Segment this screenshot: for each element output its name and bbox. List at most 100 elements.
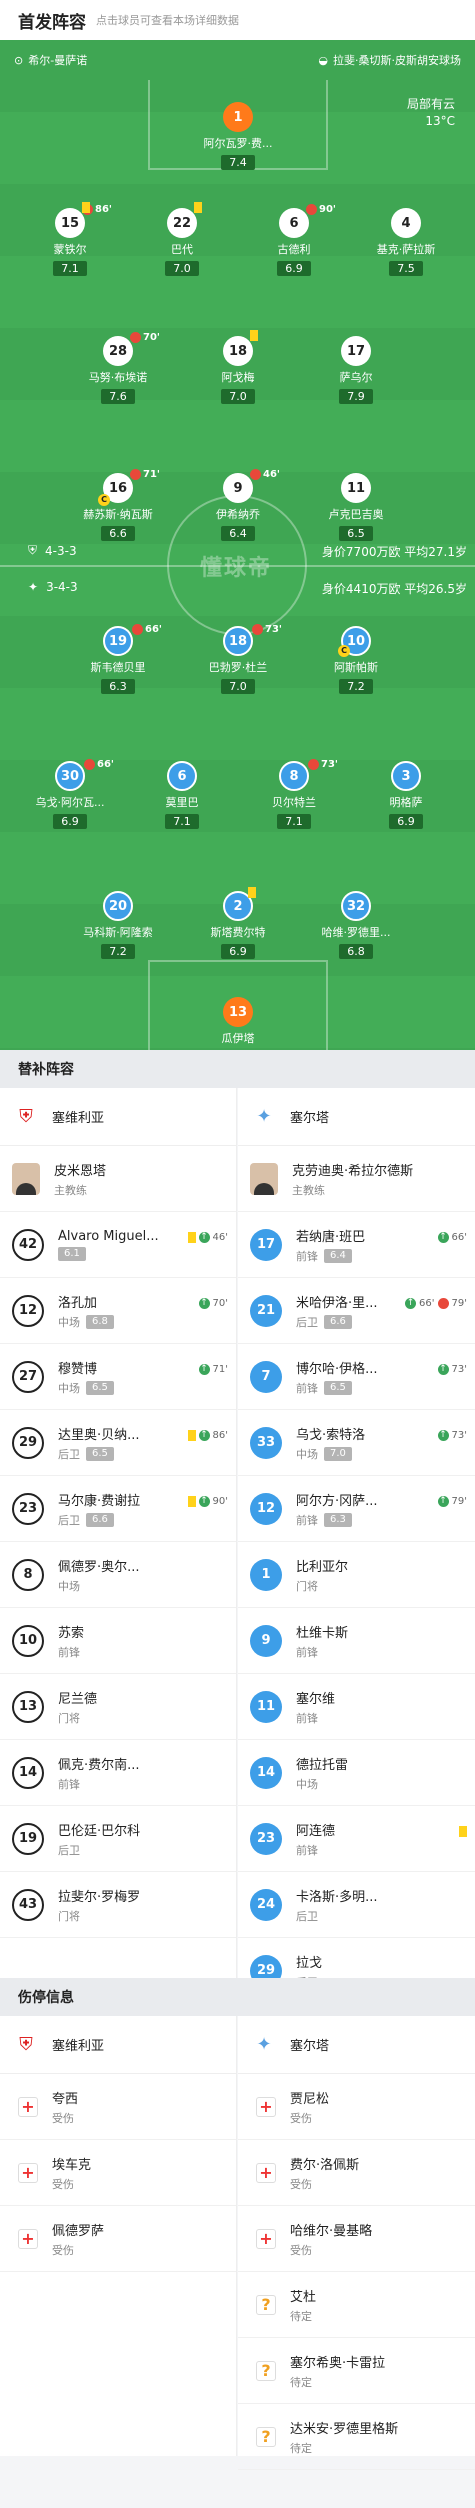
sub-player-row[interactable]: 14 佩克·费尔南... 前锋 — [0, 1740, 236, 1806]
sub-player-row[interactable]: 10 苏索 前锋 — [0, 1608, 236, 1674]
pitch-player[interactable]: 16 71' C 赫苏斯·纳瓦斯 6.6 — [68, 469, 168, 541]
player-rating: 7.0 — [165, 261, 199, 276]
pitch-player[interactable]: 8 73' 贝尔特兰 7.1 — [244, 759, 344, 829]
player-number-badge: 14 — [12, 1756, 44, 1789]
sub-player-row[interactable]: 21 米哈伊洛·里... 后卫 6.6 ↑ 66' 79' — [238, 1278, 475, 1344]
injury-row[interactable]: + 佩德罗萨 受伤 — [0, 2206, 236, 2272]
coach-row[interactable]: 克劳迪奥·希拉尔德斯 主教练 — [238, 1146, 475, 1212]
player-rating: 6.8 — [339, 944, 373, 959]
injury-row[interactable]: + 费尔·洛佩斯 受伤 — [238, 2140, 475, 2206]
sub-player-row[interactable]: 12 洛孔加 中场 6.8 ↑ 70' — [0, 1278, 236, 1344]
pitch-player[interactable]: 22 巴代 7.0 — [132, 202, 232, 276]
player-number-badge: 12 — [12, 1294, 44, 1327]
pitch-player[interactable]: 4 基克·萨拉斯 7.5 — [356, 208, 456, 276]
yellow-card-icon — [459, 1826, 467, 1837]
pitch-player[interactable]: 13瓜伊塔6.5 — [188, 997, 288, 1050]
sub-player-position: 前锋 — [296, 1381, 318, 1395]
sub-player-name: 卡洛斯·多明... — [296, 1889, 378, 1905]
sub-player-row[interactable]: 8 佩德罗·奥尔... 中场 — [0, 1542, 236, 1608]
pitch-player[interactable]: 11 卢克巴吉奥 6.5 — [306, 473, 406, 541]
sub-in-minute: 73' — [451, 1364, 467, 1375]
sub-player-row[interactable]: 27 穆赞博 中场 6.5 ↑ 71' — [0, 1344, 236, 1410]
player-number-badge: 1 — [223, 102, 253, 132]
injury-status: 受伤 — [52, 2111, 74, 2125]
sub-player-meta: 6.1 — [58, 1246, 159, 1261]
team-header: ⛨ 塞维利亚 — [0, 2016, 236, 2074]
sub-player-position: 门将 — [296, 1579, 318, 1593]
pitch-player[interactable]: 6 90' 古德利 6.9 — [244, 204, 344, 276]
player-name: 瓜伊塔 — [221, 1032, 255, 1045]
sub-player-name: 塞尔维 — [296, 1691, 336, 1707]
pitch-player[interactable]: 28 70' 马努·布埃诺 7.6 — [68, 332, 168, 404]
pitch-player[interactable]: 6 莫里巴 7.1 — [132, 761, 232, 829]
sub-player-row[interactable]: 23 阿连德 前锋 — [238, 1806, 475, 1872]
sub-in-minute: 79' — [451, 1496, 467, 1507]
sub-player-row[interactable]: 29 达里奥·贝纳... 后卫 6.5 ↑ 86' — [0, 1410, 236, 1476]
sub-events: ↑ 66' — [437, 1232, 467, 1243]
sub-player-row[interactable]: 42 Álvaro Miguel... 6.1 ↑ 46' — [0, 1212, 236, 1278]
injury-row[interactable]: + 埃车克 受伤 — [0, 2140, 236, 2206]
injury-status: 待定 — [290, 2309, 312, 2323]
coach-row[interactable]: 皮米恩塔 主教练 — [0, 1146, 236, 1212]
sub-in-minute: 90' — [212, 1496, 228, 1507]
pitch-player[interactable]: 18 阿戈梅 7.0 — [188, 330, 288, 404]
player-rating: 6.9 — [389, 814, 423, 829]
player-name: 乌戈·阿尔瓦... — [35, 796, 105, 809]
pitch-player[interactable]: 1 阿尔瓦罗·费... 7.4 — [188, 102, 288, 170]
player-number-badge: 21 — [250, 1294, 282, 1327]
sub-events: ↑ 70' — [198, 1298, 228, 1309]
sub-player-meta: 前锋 — [296, 1644, 348, 1660]
injured-player-name: 塞尔希奥·卡雷拉 — [290, 2355, 386, 2371]
captain-icon: C — [98, 494, 110, 506]
sub-player-row[interactable]: 11 塞尔维 前锋 — [238, 1674, 475, 1740]
pitch-player[interactable]: 2 斯塔费尔特 6.9 — [188, 887, 288, 959]
sub-off-icon — [306, 204, 317, 215]
sub-player-row[interactable]: 17 若纳唐·班巴 前锋 6.4 ↑ 66' — [238, 1212, 475, 1278]
sub-player-name: 阿连德 — [296, 1823, 336, 1839]
sub-player-row[interactable]: 9 杜维卡斯 前锋 — [238, 1608, 475, 1674]
injury-row[interactable]: ? 达米安·罗德里格斯 待定 — [238, 2404, 475, 2470]
sub-player-info: 杜维卡斯 前锋 — [296, 1622, 348, 1660]
pitch-player[interactable]: 10 C 阿斯帕斯 7.2 — [306, 626, 406, 694]
sub-player-name: 洛孔加 — [58, 1295, 98, 1311]
pitch-player[interactable]: 20 马科斯·阿隆索 7.2 — [68, 891, 168, 959]
sub-in-icon: ↑ — [437, 1364, 449, 1375]
injury-row[interactable]: ? 塞尔希奥·卡雷拉 待定 — [238, 2338, 475, 2404]
sub-player-row[interactable]: 23 马尔康·费谢拉 后卫 6.6 ↑ 90' — [0, 1476, 236, 1542]
sub-player-row[interactable]: 19 巴伦廷·巴尔科 后卫 — [0, 1806, 236, 1872]
sub-minute: 66' — [97, 759, 114, 770]
player-rating: 6.3 — [101, 679, 135, 694]
injury-icon: + — [18, 2162, 38, 2183]
pitch-player[interactable]: 3 明格萨 6.9 — [356, 761, 456, 829]
team-name: 塞维利亚 — [52, 2039, 105, 2054]
injury-info: 达米安·罗德里格斯 待定 — [290, 2418, 398, 2456]
injury-row[interactable]: + 贾尼松 受伤 — [238, 2074, 475, 2140]
home-value: 身价7700万欧 平均27.1岁 — [321, 545, 467, 559]
pitch-player[interactable]: 18 73' 巴勃罗·杜兰 7.0 — [188, 624, 288, 694]
injury-row[interactable]: + 哈维尔·曼基略 受伤 — [238, 2206, 475, 2272]
captain-icon: C — [338, 645, 350, 657]
player-number-badge: 3 — [391, 761, 421, 791]
player-rating: 7.2 — [339, 679, 373, 694]
player-rating: 6.4 — [221, 526, 255, 541]
injury-row[interactable]: + 夸西 受伤 — [0, 2074, 236, 2140]
sub-player-row[interactable]: 7 博尔哈·伊格... 前锋 6.5 ↑ 73' — [238, 1344, 475, 1410]
pitch-player[interactable]: 32 哈维·罗德里... 6.8 — [306, 891, 406, 959]
sub-player-row[interactable]: 12 阿尔方·冈萨... 前锋 6.3 ↑ 79' — [238, 1476, 475, 1542]
injury-row[interactable]: ? 艾杜 待定 — [238, 2272, 475, 2338]
sub-player-row[interactable]: 13 尼兰德 门将 — [0, 1674, 236, 1740]
pitch-player[interactable]: 19 66' 斯韦德贝里 6.3 — [68, 624, 168, 694]
sub-player-row[interactable]: 14 德拉托雷 中场 — [238, 1740, 475, 1806]
sub-player-position: 后卫 — [296, 1315, 318, 1329]
sub-player-row[interactable]: 1 比利亚尔 门将 — [238, 1542, 475, 1608]
sub-player-position: 后卫 — [58, 1513, 80, 1527]
sub-player-row[interactable]: 24 卡洛斯·多明... 后卫 — [238, 1872, 475, 1938]
sub-player-row[interactable]: 33 乌戈·索特洛 中场 7.0 ↑ 73' — [238, 1410, 475, 1476]
player-rating: 7.9 — [339, 389, 373, 404]
pitch-player[interactable]: 15 86' 蒙铁尔 7.1 — [20, 202, 120, 276]
pitch-player[interactable]: 17 萨乌尔 7.9 — [306, 336, 406, 404]
sub-player-rating: 6.6 — [86, 1512, 114, 1527]
pitch-player[interactable]: 30 66' 乌戈·阿尔瓦... 6.9 — [20, 759, 120, 829]
sub-player-row[interactable]: 43 拉斐尔·罗梅罗 门将 — [0, 1872, 236, 1938]
pitch-player[interactable]: 9 46' 伊希纳乔 6.4 — [188, 469, 288, 541]
